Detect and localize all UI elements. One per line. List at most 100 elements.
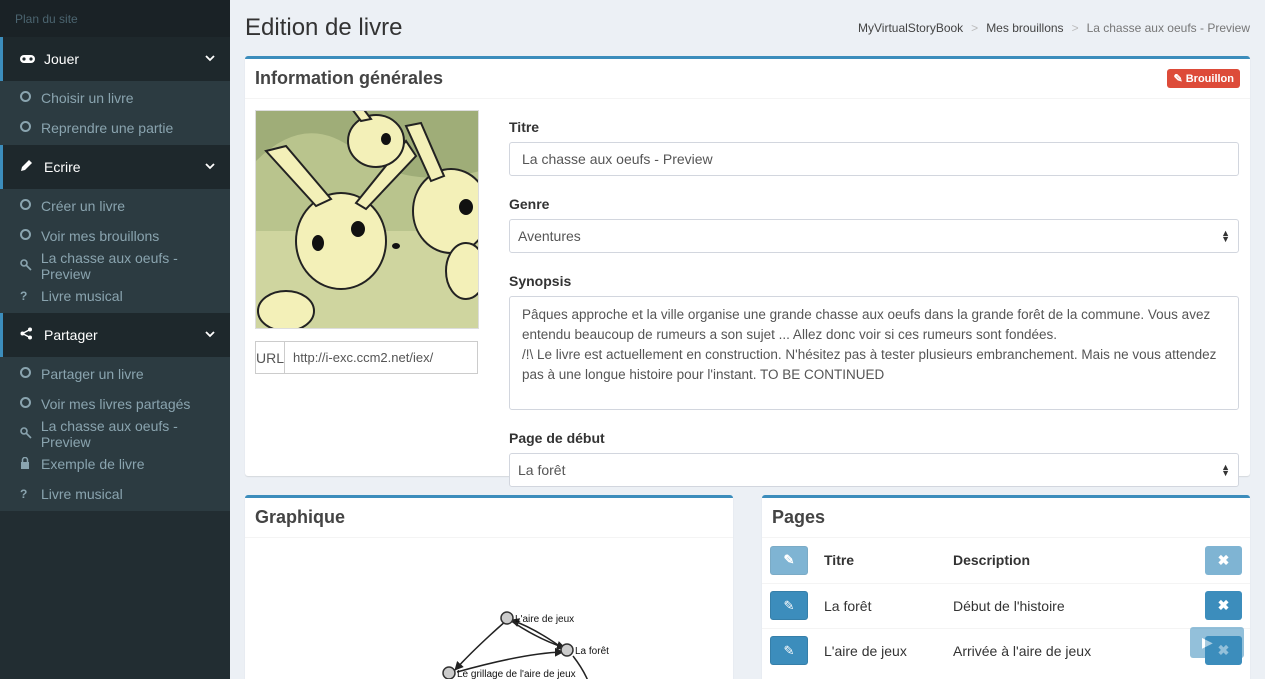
edit-page-button[interactable]: ✎ <box>770 591 808 620</box>
select-arrows-icon: ▲ ▼ <box>1221 462 1230 478</box>
breadcrumb-home[interactable]: MyVirtualStoryBook <box>858 21 963 35</box>
question-icon: ? <box>20 487 28 501</box>
sidebar-item-label: Partager un livre <box>41 366 144 382</box>
content-header: Edition de livre MyVirtualStoryBook > Me… <box>230 0 1265 56</box>
breadcrumb: MyVirtualStoryBook > Mes brouillons > La… <box>858 21 1250 35</box>
submenu-jouer: Choisir un livre Reprendre une partie <box>0 81 230 145</box>
sidebar-item-livre-musical[interactable]: ? Livre musical <box>0 281 230 311</box>
section-toggle-ecrire[interactable]: Ecrire <box>0 145 230 189</box>
sidebar-item-choisir-livre[interactable]: Choisir un livre <box>0 83 230 113</box>
menu-section-jouer: Jouer Choisir un livre Reprendre une par… <box>0 37 230 145</box>
delete-all-button[interactable]: ✖ <box>1205 545 1242 575</box>
main-content: Edition de livre MyVirtualStoryBook > Me… <box>230 0 1265 679</box>
sidebar-item-partager-livre[interactable]: Partager un livre <box>0 359 230 389</box>
circle-icon <box>20 367 41 381</box>
circle-icon <box>20 229 41 243</box>
delete-page-button[interactable]: ✖ <box>1205 591 1242 620</box>
circle-icon <box>20 397 41 411</box>
info-box: Information générales ✎ Brouillon URL ht… <box>245 56 1250 487</box>
sidebar-item-creer-livre[interactable]: Créer un livre <box>0 191 230 221</box>
sidebar-item-label: La chasse aux oeufs - Preview <box>40 250 178 282</box>
pencil-icon <box>20 159 38 175</box>
graph-node[interactable] <box>442 666 456 679</box>
sidebar-item-voir-brouillons[interactable]: Voir mes brouillons <box>0 221 230 251</box>
book-cover-image <box>255 110 479 329</box>
sidebar-item-label: Livre musical <box>41 288 123 304</box>
column-header-description: Description <box>953 552 1031 569</box>
graph-node-label: Le grillage de l'aire de jeux <box>457 669 576 679</box>
play-icon: ▶ <box>1202 634 1213 650</box>
story-graph[interactable]: L'aire de jeux La forêt Le grillage de l… <box>245 538 733 679</box>
chevron-down-icon <box>205 162 215 173</box>
menu-section-ecrire: Ecrire Créer un livre Voir mes brouillon… <box>0 145 230 313</box>
graph-node-label: L'aire de jeux <box>515 614 574 625</box>
page-description-cell: Début de l'histoire <box>953 582 1205 628</box>
section-label-ecrire: Ecrire <box>44 159 81 175</box>
sidebar-item-label: La chasse aux oeufs - Preview <box>40 418 178 450</box>
start-page-label: Page de début <box>509 430 605 446</box>
sidebar-item-reprendre-partie[interactable]: Reprendre une partie <box>0 113 230 143</box>
breadcrumb-current: La chasse aux oeufs - Preview <box>1086 21 1250 35</box>
sidebar-item-label: Exemple de livre <box>41 456 145 472</box>
titre-input[interactable]: La chasse aux oeufs - Preview <box>509 142 1239 176</box>
chevron-down-icon <box>205 330 215 341</box>
graph-node[interactable] <box>560 643 574 657</box>
genre-selected-value: Aventures <box>518 228 581 244</box>
page-title-cell: La forêt <box>816 582 953 628</box>
draft-badge[interactable]: ✎ Brouillon <box>1167 69 1240 88</box>
close-icon: ✖ <box>1217 551 1230 568</box>
sidebar: Plan du site Jouer Choisir un livre Repr… <box>0 0 230 679</box>
start-page-selected-value: La forêt <box>518 462 566 478</box>
table-row: ✎ La forêt Début de l'histoire ✖ <box>762 582 1250 628</box>
info-box-header: Information générales ✎ Brouillon <box>245 59 1250 99</box>
graph-node-label: La forêt <box>575 646 609 657</box>
breadcrumb-separator: > <box>1071 21 1079 35</box>
question-icon: ? <box>20 289 28 303</box>
pencil-icon: ✎ <box>783 597 795 613</box>
section-toggle-jouer[interactable]: Jouer <box>0 37 230 81</box>
breadcrumb-drafts[interactable]: Mes brouillons <box>986 21 1063 35</box>
menu-section-partager: Partager Partager un livre Voir mes livr… <box>0 313 230 511</box>
pages-box-header: Pages <box>762 498 1250 538</box>
info-box-title: Information générales <box>255 68 444 88</box>
breadcrumb-separator: > <box>971 21 979 35</box>
select-arrows-icon: ▲ ▼ <box>1221 228 1230 244</box>
pages-box: Pages ✎ Titre Description ✖ ✎ La forêt D… <box>762 495 1250 679</box>
play-button[interactable]: ▶ <box>1190 627 1244 658</box>
chevron-down-icon <box>205 54 215 65</box>
sidebar-header: Plan du site <box>0 0 230 37</box>
circle-icon <box>20 121 41 135</box>
submenu-ecrire: Créer un livre Voir mes brouillons La ch… <box>0 189 230 313</box>
submenu-partager: Partager un livre Voir mes livres partag… <box>0 357 230 511</box>
sidebar-item-chasse-oeufs-partage[interactable]: La chasse aux oeufs - Preview <box>0 418 230 450</box>
lock-icon <box>20 456 41 472</box>
table-header-row: ✎ Titre Description ✖ <box>762 538 1250 583</box>
sidebar-item-label: Créer un livre <box>41 198 126 214</box>
key-icon <box>20 258 41 274</box>
sidebar-item-livre-musical-partage[interactable]: ? Livre musical <box>0 479 230 509</box>
titre-label: Titre <box>509 119 540 135</box>
genre-label: Genre <box>509 196 550 212</box>
close-icon: ✖ <box>1217 597 1230 613</box>
sidebar-item-label: Livre musical <box>41 486 123 502</box>
sidebar-item-exemple-livre[interactable]: Exemple de livre <box>0 449 230 479</box>
graph-node[interactable] <box>500 611 514 625</box>
share-icon <box>20 327 38 343</box>
section-toggle-partager[interactable]: Partager <box>0 313 230 357</box>
sidebar-item-livres-partages[interactable]: Voir mes livres partagés <box>0 389 230 419</box>
book-form: Titre La chasse aux oeufs - Preview Genr… <box>509 119 1239 487</box>
table-row: ✎ L'aire de jeux Arrivée à l'aire de jeu… <box>762 627 1250 673</box>
sidebar-item-chasse-oeufs[interactable]: La chasse aux oeufs - Preview <box>0 250 230 282</box>
edit-page-button[interactable]: ✎ <box>770 636 808 666</box>
sidebar-item-label: Choisir un livre <box>41 90 134 106</box>
start-page-select[interactable]: La forêt ▲ ▼ <box>509 453 1239 487</box>
url-field-group: URL <box>255 341 478 374</box>
cover-url-input[interactable] <box>285 342 478 373</box>
page-title-cell: L'aire de jeux <box>816 627 953 673</box>
sidebar-item-label: Voir mes brouillons <box>41 228 160 244</box>
genre-select[interactable]: Aventures ▲ ▼ <box>509 219 1239 253</box>
edit-all-button[interactable]: ✎ <box>770 545 808 575</box>
graph-box-header: Graphique <box>245 498 733 538</box>
synopsis-textarea[interactable]: Pâques approche et la ville organise une… <box>509 296 1239 410</box>
pencil-icon: ✎ <box>783 642 795 658</box>
